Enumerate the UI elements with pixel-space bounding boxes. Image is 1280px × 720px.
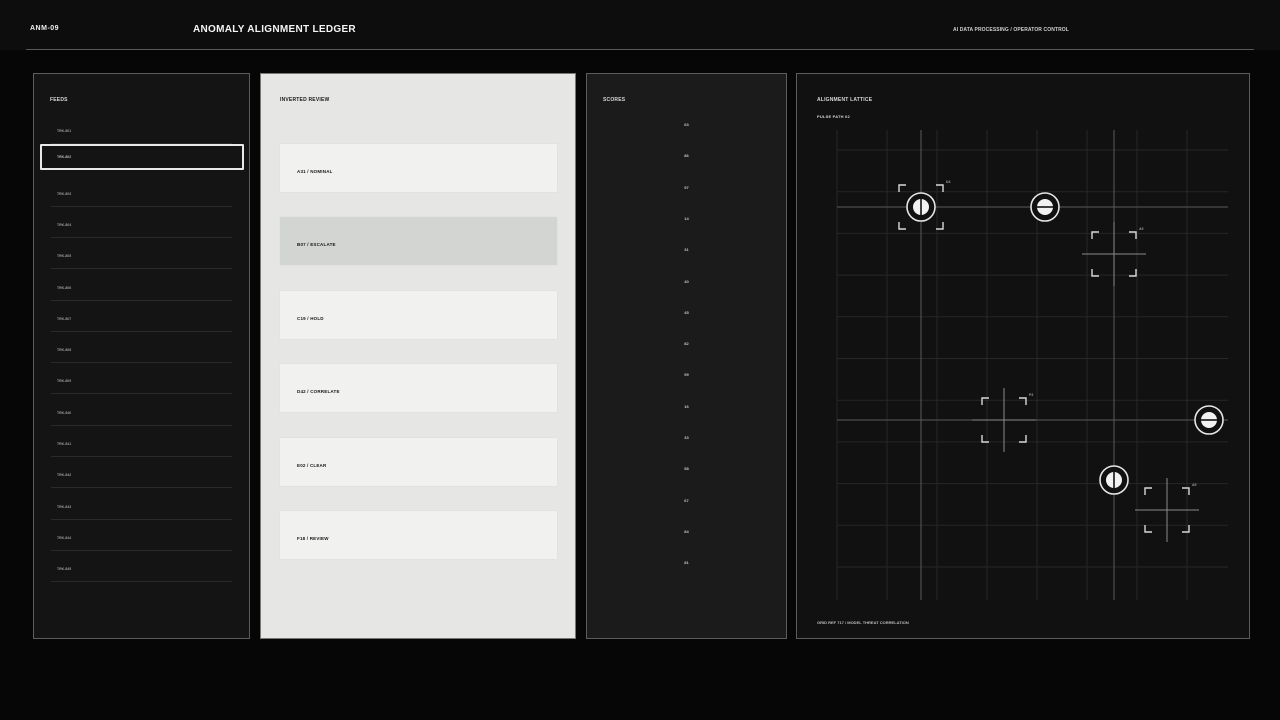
score-value: 81 <box>684 560 689 566</box>
score-value: 45 <box>684 309 689 315</box>
review-card-label: E02 / CLEAR <box>297 462 327 468</box>
inverted-review-panel: INVERTED REVIEW A31 / NOMINAL B07 / ESCAL… <box>260 73 576 639</box>
review-card-label: C19 / HOLD <box>297 315 324 321</box>
feed-row[interactable]: TRK-809 <box>51 363 232 395</box>
reticle-corner <box>981 435 989 443</box>
review-label: INVERTED REVIEW <box>280 97 330 103</box>
score-value: 97 <box>684 184 689 190</box>
feed-row-label: TRK-843 <box>57 504 72 509</box>
feed-row[interactable]: TRK-845 <box>51 551 232 583</box>
feed-row-label: TRK-840 <box>57 410 72 415</box>
module-code: ANM-09 <box>30 25 60 32</box>
target-label: A9 <box>1139 227 1144 231</box>
score-value: 31 <box>684 247 689 253</box>
feed-row[interactable]: TRK-840 <box>51 395 232 426</box>
target-label: D4 <box>946 180 951 184</box>
feed-row-label: TRK-803 <box>57 191 72 196</box>
review-card[interactable]: C19 / HOLD <box>280 290 557 339</box>
feed-row-label: TRK-844 <box>57 535 72 540</box>
reticle-corner <box>1144 487 1152 495</box>
feed-row[interactable]: TRK-805 <box>51 238 232 270</box>
feed-row[interactable]: TRK-843 <box>51 489 232 520</box>
reticle-corner <box>1019 397 1027 405</box>
feed-row[interactable]: TRK-841 <box>51 426 232 457</box>
alignment-lattice-panel: ALIGNMENT LATTICE PULSE PATH 02 D4 A9 P3 A9… <box>796 73 1250 639</box>
review-card-label: F18 / REVIEW <box>297 536 329 541</box>
feed-row-label: TRK-845 <box>57 567 72 572</box>
reticle-corner <box>1144 525 1152 533</box>
score-value: 82 <box>684 341 689 347</box>
feed-row-label: TRK-806 <box>57 285 72 290</box>
header-divider <box>26 49 1254 50</box>
page-title: ANOMALY ALIGNMENT LEDGER <box>193 24 356 35</box>
score-value: 86 <box>684 153 689 159</box>
review-card[interactable]: F18 / REVIEW <box>280 511 557 559</box>
reticle-corner <box>898 184 906 192</box>
feed-row[interactable]: TRK-801 <box>51 113 232 144</box>
feed-row[interactable]: TRK-803 <box>51 176 232 207</box>
feed-row[interactable]: TRK-807 <box>51 301 232 332</box>
page-subtitle: AI DATA PROCESSING / OPERATOR CONTROL <box>953 27 1069 33</box>
score-value: 58 <box>684 466 689 472</box>
score-value: 84 <box>684 528 689 534</box>
review-card-label: B07 / ESCALATE <box>297 242 336 248</box>
score-value: 40 <box>684 278 689 284</box>
feed-row[interactable]: TRK-806 <box>51 270 232 301</box>
review-card[interactable]: A31 / NOMINAL <box>280 144 557 192</box>
reticle-corner <box>1019 435 1027 443</box>
reticle-corner <box>1182 487 1190 495</box>
feed-row-label: TRK-807 <box>57 316 72 321</box>
score-value: 63 <box>684 122 689 127</box>
feed-row[interactable]: TRK-842 <box>51 457 232 489</box>
score-value: 99 <box>684 372 689 378</box>
lattice-footer: GRID REF 717 / MODEL THREAT CORRELATION <box>817 620 909 625</box>
reticle-corner <box>898 222 906 230</box>
feeds-panel: FEEDS TRK-801 TRK-802 TRK-803 TRK-804 TRK-80… <box>33 73 250 639</box>
reticle-corner <box>1182 525 1190 533</box>
feed-row-label: TRK-809 <box>57 379 72 384</box>
feed-row-label: TRK-842 <box>57 473 72 478</box>
feed-row[interactable]: TRK-802 <box>40 144 244 170</box>
scores-label: SCORES <box>603 97 626 103</box>
scores-panel: SCORES 63 86 97 14 31 40 45 82 99 16 33 58 67 84 81 <box>586 73 787 639</box>
feed-row-label: TRK-808 <box>57 348 72 353</box>
review-card[interactable]: B07 / ESCALATE <box>280 217 557 266</box>
review-card-label: A31 / NOMINAL <box>297 169 333 174</box>
score-value: 67 <box>684 497 689 503</box>
reticle-corner <box>981 397 989 405</box>
review-card[interactable]: E02 / CLEAR <box>280 437 557 486</box>
score-value: 14 <box>684 215 689 221</box>
feed-row-label: TRK-801 <box>57 129 72 133</box>
feed-row[interactable]: TRK-804 <box>51 207 232 238</box>
top-bar: ANM-09 ANOMALY ALIGNMENT LEDGER AI DATA … <box>0 0 1280 50</box>
feeds-label: FEEDS <box>50 97 68 103</box>
lattice-grid[interactable]: D4 A9 P3 A9 <box>797 74 1249 638</box>
review-card-label: D42 / CORRELATE <box>297 389 340 395</box>
score-value: 33 <box>684 435 689 440</box>
feed-row-label: TRK-804 <box>57 222 72 227</box>
feed-row-label: TRK-805 <box>57 254 72 259</box>
score-value: 16 <box>684 403 689 409</box>
target-label: P3 <box>1029 393 1033 397</box>
feed-row-label: TRK-802 <box>57 155 72 159</box>
feed-row[interactable]: TRK-844 <box>51 520 232 551</box>
feed-row[interactable]: TRK-808 <box>51 332 232 364</box>
review-card[interactable]: D42 / CORRELATE <box>280 364 557 413</box>
target-label: A9 <box>1192 483 1197 487</box>
feed-row-label: TRK-841 <box>57 442 72 446</box>
